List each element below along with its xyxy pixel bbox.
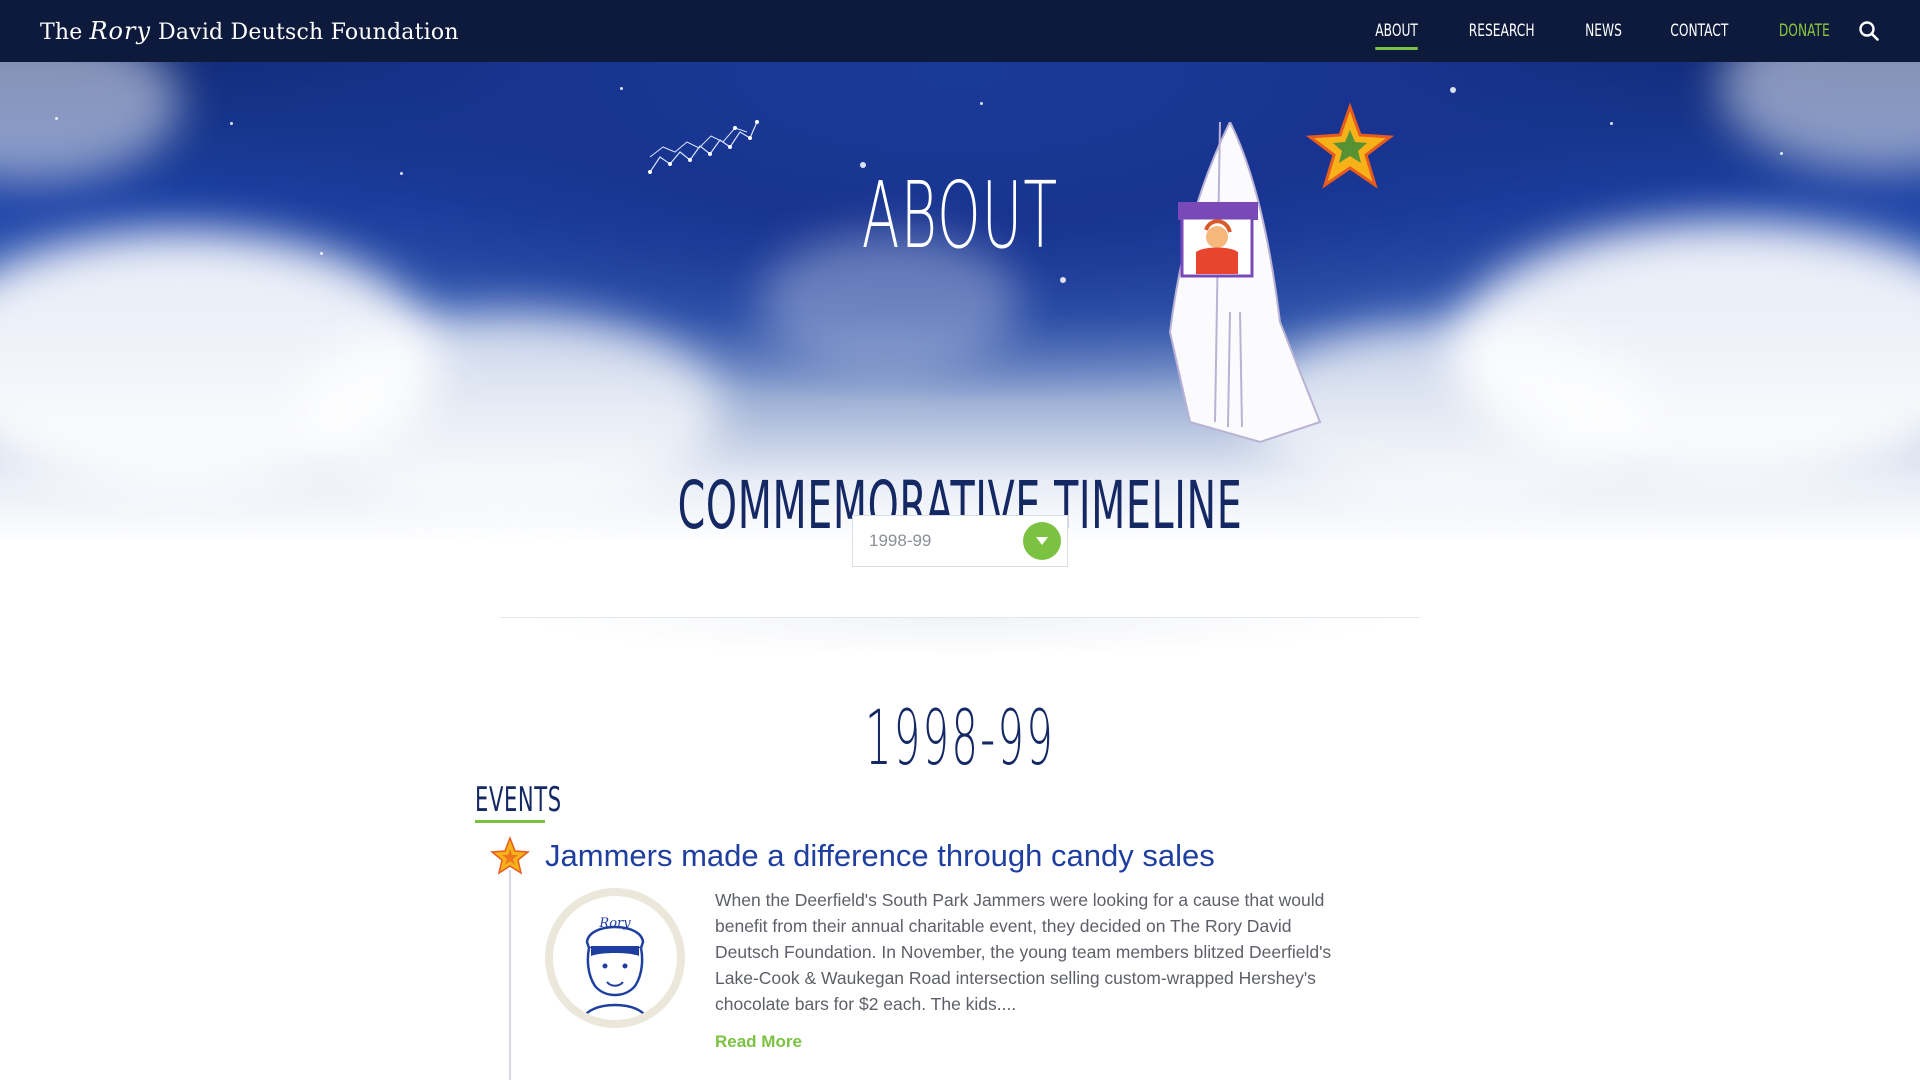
year-select[interactable]: 1998-99 [852, 515, 1068, 567]
cloud-decoration [1720, 62, 1920, 172]
nav-item-donate[interactable]: DONATE [1779, 0, 1830, 62]
year-heading: 1998-99 [864, 693, 1056, 782]
timeline-line [509, 870, 511, 1080]
event-description: When the Deerfield's South Park Jammers … [715, 890, 1332, 1014]
events-heading-underline [475, 820, 545, 823]
chevron-down-icon[interactable] [1023, 522, 1061, 560]
divider-shadow [520, 618, 1400, 658]
nav-item-news[interactable]: NEWS [1585, 0, 1622, 62]
timeline-star-icon [490, 835, 530, 881]
event-title-link[interactable]: Jammers made a difference through candy … [545, 838, 1215, 874]
read-more-link[interactable]: Read More [715, 1032, 802, 1052]
cloud-decoration [0, 62, 180, 182]
nav-item-about[interactable]: ABOUT [1375, 0, 1419, 62]
events-heading: EVENTS [475, 780, 562, 820]
star-dot [1450, 87, 1456, 93]
brand-prefix: The [40, 20, 83, 45]
search-icon[interactable] [1858, 20, 1880, 42]
foundation-logo[interactable]: The Rory David Deutsch Foundation [40, 17, 459, 45]
main-menu: ABOUT RESEARCH NEWS CONTACT DONATE [1337, 0, 1880, 62]
nav-item-contact[interactable]: CONTACT [1670, 0, 1728, 62]
top-navigation: The Rory David Deutsch Foundation ABOUT … [0, 0, 1920, 62]
star-dot [320, 252, 323, 255]
star-dot [1610, 122, 1613, 125]
star-dot [230, 122, 233, 125]
star-dot [1780, 152, 1783, 155]
rory-avatar: Rory [545, 888, 685, 1028]
brand-suffix: David Deutsch Foundation [158, 20, 459, 45]
brand-script: Rory [89, 17, 152, 45]
star-dot [1060, 277, 1066, 283]
star-dot [620, 87, 623, 90]
year-select-value: 1998-99 [869, 531, 932, 550]
star-dot [980, 102, 983, 105]
nav-item-research[interactable]: RESEARCH [1469, 0, 1535, 62]
orange-star-icon [1305, 102, 1395, 197]
star-dot [55, 117, 58, 120]
